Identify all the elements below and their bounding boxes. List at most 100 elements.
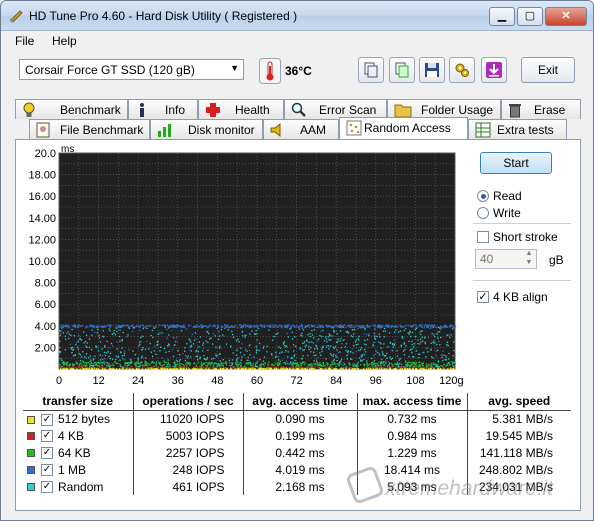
data-point-random xyxy=(307,354,309,357)
close-button[interactable]: ✕ xyxy=(545,7,587,26)
data-point-64kb xyxy=(111,363,113,365)
tab-benchmark[interactable]: Benchmark xyxy=(15,99,128,119)
spin-down-icon[interactable]: ▼ xyxy=(522,259,536,268)
data-point-64kb xyxy=(210,364,212,366)
data-point-64kb xyxy=(179,364,181,366)
tab-info[interactable]: Info xyxy=(128,99,198,119)
data-point-random xyxy=(137,357,139,359)
tab-random-access[interactable]: Random Access xyxy=(339,117,468,139)
data-point-4kb xyxy=(103,367,105,369)
data-point-1mb xyxy=(343,324,346,326)
data-point-random xyxy=(353,345,355,347)
data-point-random xyxy=(140,336,142,339)
options-button[interactable] xyxy=(449,57,475,83)
data-point-random xyxy=(91,334,93,336)
data-point-1mb xyxy=(431,324,433,326)
data-point-4kb xyxy=(101,366,103,368)
data-point-1mb xyxy=(212,357,214,359)
drive-select[interactable]: Corsair Force GT SSD (120 gB) ▼ xyxy=(19,59,244,80)
exit-button[interactable]: Exit xyxy=(521,57,575,83)
tab-disk-monitor[interactable]: Disk monitor xyxy=(150,119,263,139)
data-point-random xyxy=(448,352,450,355)
data-point-64kb xyxy=(95,362,97,364)
data-point-random xyxy=(386,357,388,359)
copy-screenshot-button[interactable] xyxy=(389,57,415,83)
data-point-1mb xyxy=(273,324,276,327)
data-point-64kb xyxy=(246,363,248,366)
series-checkbox[interactable]: ✓ xyxy=(41,430,53,443)
data-point-random xyxy=(116,348,118,350)
data-point-random xyxy=(77,348,80,351)
data-point-random xyxy=(287,356,289,358)
data-point-1mb xyxy=(452,326,454,329)
data-point-random xyxy=(377,364,379,367)
data-point-512b xyxy=(304,367,306,370)
data-point-random xyxy=(212,343,214,345)
data-point-1mb xyxy=(253,326,256,329)
data-point-random xyxy=(396,355,398,357)
data-point-1mb xyxy=(303,342,305,344)
watermark-logo: xtremehardware.it xyxy=(341,463,581,513)
data-point-1mb xyxy=(381,326,384,329)
data-point-random xyxy=(190,341,192,343)
spin-up-icon[interactable]: ▲ xyxy=(522,250,536,259)
data-point-random xyxy=(195,351,197,353)
data-point-64kb xyxy=(144,364,146,367)
ops-cell: 248 IOPS xyxy=(132,461,243,478)
series-checkbox[interactable]: ✓ xyxy=(41,413,53,426)
data-point-1mb xyxy=(195,324,198,327)
maximize-button[interactable]: ▢ xyxy=(517,7,543,26)
data-point-1mb xyxy=(435,350,438,352)
data-point-1mb xyxy=(385,359,387,361)
data-point-random xyxy=(249,333,251,335)
data-point-1mb xyxy=(393,339,396,341)
data-point-random xyxy=(389,362,391,364)
data-point-1mb xyxy=(143,326,145,329)
data-point-64kb xyxy=(82,365,85,367)
tab-folder-usage[interactable]: Folder Usage xyxy=(387,99,501,119)
start-button[interactable]: Start xyxy=(480,152,552,174)
tab-extra-tests[interactable]: Extra tests xyxy=(468,119,567,139)
series-checkbox[interactable]: ✓ xyxy=(41,481,53,494)
data-point-64kb xyxy=(140,362,143,364)
data-point-random xyxy=(231,362,233,364)
tab-health[interactable]: Health xyxy=(198,99,284,119)
avg-access-cell: 2.168 ms xyxy=(242,478,357,495)
data-point-random xyxy=(273,335,275,338)
data-point-64kb xyxy=(273,364,276,367)
minimize-button[interactable]: ▁ xyxy=(489,7,515,26)
tab-erase[interactable]: Erase xyxy=(501,99,581,119)
data-point-random xyxy=(155,353,157,355)
data-point-64kb xyxy=(331,363,333,365)
data-point-1mb xyxy=(242,324,245,326)
save-button[interactable] xyxy=(419,57,445,83)
download-button[interactable] xyxy=(481,57,507,83)
data-point-1mb xyxy=(153,345,156,347)
tab-error-scan[interactable]: Error Scan xyxy=(284,99,387,119)
data-point-random xyxy=(453,341,455,343)
data-point-1mb xyxy=(182,353,184,355)
data-point-512b xyxy=(79,368,81,370)
data-point-1mb xyxy=(392,350,394,352)
short-stroke-spinner[interactable]: 40 ▲ ▼ xyxy=(475,249,537,269)
data-point-64kb xyxy=(92,363,95,365)
data-point-random xyxy=(196,359,199,361)
data-point-1mb xyxy=(405,324,407,327)
x-tick-label: 108 xyxy=(406,375,424,387)
data-point-4kb xyxy=(304,366,307,369)
copy-info-button[interactable] xyxy=(358,57,384,83)
data-point-64kb xyxy=(449,364,451,366)
tab-file-benchmark[interactable]: File Benchmark xyxy=(29,119,150,139)
menu-help[interactable]: Help xyxy=(52,34,77,48)
tab-aam[interactable]: AAM xyxy=(263,119,339,139)
menu-file[interactable]: File xyxy=(15,34,34,48)
data-point-random xyxy=(374,366,376,368)
data-point-1mb xyxy=(220,361,223,363)
series-checkbox[interactable]: ✓ xyxy=(41,447,53,460)
data-point-4kb xyxy=(344,367,346,369)
data-point-random xyxy=(332,346,335,348)
data-point-random xyxy=(345,331,348,333)
data-point-1mb xyxy=(319,325,322,327)
data-point-1mb xyxy=(168,345,170,347)
series-checkbox[interactable]: ✓ xyxy=(41,464,53,477)
